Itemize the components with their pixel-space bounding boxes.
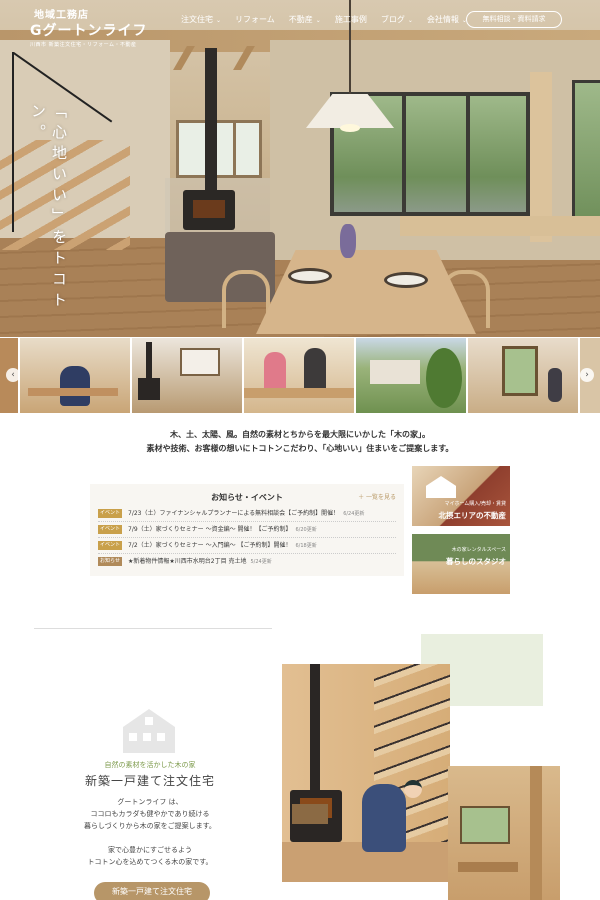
logo-g-icon: G xyxy=(30,23,43,39)
intro-text: 木、土、太陽、風。自然の素材とちからを最大限にいかした「木の家」。 素材や技術、… xyxy=(0,428,600,456)
news-more-link[interactable]: ＋ 一覧を見る xyxy=(358,492,396,501)
hero-plate xyxy=(288,268,332,284)
hero-rail xyxy=(12,52,14,232)
banner-realestate-label: 北摂エリアの不動産 xyxy=(438,511,507,520)
consultation-button[interactable]: 無料相談・資料請求 xyxy=(466,11,562,28)
news-tag: イベント xyxy=(98,525,122,534)
news-title: お知らせ・イベント xyxy=(211,493,283,502)
hero-copy: 「心地いい」をトコトン。 xyxy=(29,103,68,313)
banner-studio-small: 木の家レンタルスペース xyxy=(451,547,506,553)
banner-realestate[interactable]: マイホーム購入/売却・賃貸 北摂エリアの不動産 xyxy=(412,466,510,526)
logo-tagline: 川西市 新築注文住宅・リフォーム・不動産 xyxy=(30,42,137,48)
carousel-prev-button[interactable]: ‹ xyxy=(6,368,20,382)
global-nav: 注文住宅 ⌄ リフォーム 不動産 ⌄ 施工事例 ブログ ⌄ 会社情報 ⌄ xyxy=(181,14,481,25)
nav-item-realestate[interactable]: 不動産 ⌄ xyxy=(289,14,321,25)
logo-name: Gグートンライフ xyxy=(30,23,148,39)
section-body-line: トコトン心を込めてつくる木の家です。 xyxy=(87,858,213,866)
section-title: 新築一戸建て注文住宅 xyxy=(84,774,215,788)
chevron-down-icon: ⌄ xyxy=(407,17,413,24)
section-photo-stove xyxy=(282,664,450,882)
hero-window xyxy=(176,120,262,178)
news-item[interactable]: イベント 7/2（土）家づくりセミナー ～入門編～ 【ご予約制】開催！ 6/18更新 xyxy=(98,540,396,554)
section-photo-dining xyxy=(448,766,560,900)
site-logo[interactable]: 地域工務店 Gグートンライフ 川西市 新築注文住宅・リフォーム・不動産 xyxy=(30,6,148,48)
section-divider xyxy=(34,628,272,629)
nav-item-works[interactable]: 施工事例 xyxy=(335,14,367,25)
news-item[interactable]: イベント 7/9（土）家づくりセミナー ～資金編～ 開催！【ご予約制】 6/20更新 xyxy=(98,524,396,538)
chevron-down-icon: ⌄ xyxy=(216,17,222,24)
carousel-slide[interactable] xyxy=(356,338,466,413)
chevron-down-icon: ⌄ xyxy=(315,17,321,24)
hero-plate xyxy=(384,272,428,288)
custom-home-button[interactable]: 新築一戸建て注文住宅 xyxy=(94,882,210,900)
hero-image: 「心地いい」をトコトン。 xyxy=(0,0,600,337)
carousel-next-button[interactable]: › xyxy=(580,368,594,382)
news-tag: イベント xyxy=(98,509,122,518)
hero-chair xyxy=(222,270,270,328)
photo-carousel: ‹ › xyxy=(0,338,600,413)
nav-item-company[interactable]: 会社情報 ⌄ xyxy=(427,14,467,25)
intro-line: 木、土、太陽、風。自然の素材とちからを最大限にいかした「木の家」。 xyxy=(170,430,430,439)
section-body-line: 暮らしづくりから木の家をご提案します。 xyxy=(84,822,216,830)
banner-studio-label: 暮らしのスタジオ xyxy=(446,557,506,566)
news-tag: イベント xyxy=(98,541,122,550)
hero-side-window xyxy=(572,80,600,225)
hero-stove xyxy=(183,190,235,230)
section-catch: 自然の素材を活かした木の家 xyxy=(104,761,196,769)
logo-sup: 地域工務店 xyxy=(34,10,89,21)
news-item[interactable]: イベント 7/23（土）ファイナンシャルプランナーによる無料相談会【ご予約制】開催… xyxy=(98,508,396,522)
nav-item-reform[interactable]: リフォーム xyxy=(235,14,275,25)
banner-studio[interactable]: 木の家レンタルスペース 暮らしのスタジオ xyxy=(412,534,510,594)
carousel-slide[interactable] xyxy=(468,338,578,413)
section-body-line: ココロもカラダも健やかであり続ける xyxy=(90,810,210,818)
house-icon xyxy=(123,709,175,753)
hero-vase xyxy=(340,224,356,258)
news-tag: お知らせ xyxy=(98,557,122,566)
carousel-slide[interactable] xyxy=(20,338,130,413)
intro-line: 素材や技術、お客様の想いにトコトンこだわり、「心地いい」住まいをご提案します。 xyxy=(146,444,454,453)
carousel-slide[interactable] xyxy=(132,338,242,413)
news-item[interactable]: お知らせ ★新着物件情報★川西市水明台2丁目 売土地 5/24更新 xyxy=(98,556,396,570)
banner-realestate-small: マイホーム購入/売却・賃貸 xyxy=(444,501,506,507)
hero-stove-pipe xyxy=(205,48,217,198)
hero-counter xyxy=(400,216,600,236)
section-body-line: 家で心豊かにすごせるよう xyxy=(107,846,193,854)
news-panel: お知らせ・イベント ＋ 一覧を見る イベント 7/23（土）ファイナンシャルプラン… xyxy=(90,484,404,576)
nav-item-blog[interactable]: ブログ ⌄ xyxy=(381,14,413,25)
site-header: 地域工務店 Gグートンライフ 川西市 新築注文住宅・リフォーム・不動産 注文住宅… xyxy=(0,0,600,48)
house-icon xyxy=(426,476,456,498)
carousel-slide[interactable] xyxy=(244,338,354,413)
section-body-line: グートンライフ は、 xyxy=(117,798,183,806)
nav-item-custom-home[interactable]: 注文住宅 ⌄ xyxy=(181,14,221,25)
hero-lamp-glow xyxy=(340,124,360,132)
section-body: グートンライフ は、 ココロもカラダも健やかであり続ける 暮らしづくりから木の家… xyxy=(0,796,300,868)
